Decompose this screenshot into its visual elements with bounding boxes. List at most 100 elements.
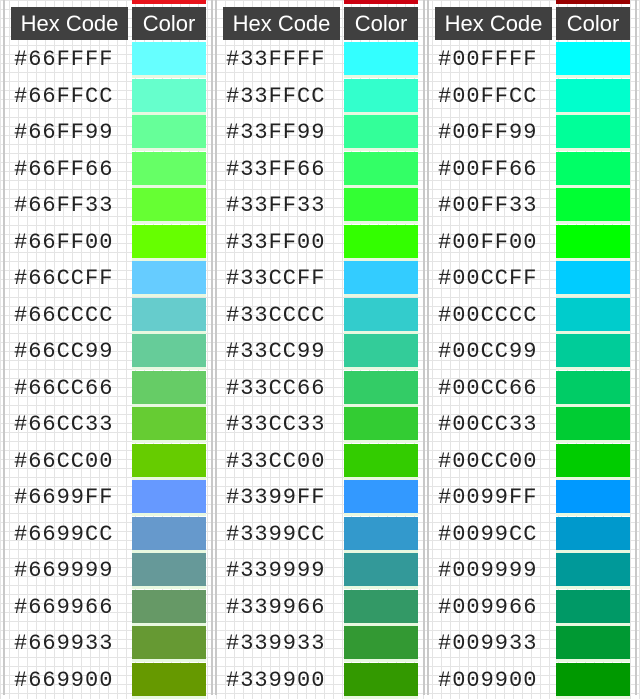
- hex-code-text: #00FF00: [438, 229, 538, 255]
- color-row: #0099CC: [432, 516, 632, 553]
- color-row: #66FFFF: [8, 42, 208, 78]
- hex-code-text: #00FFCC: [438, 83, 538, 109]
- color-swatch: [132, 297, 206, 334]
- hex-code-text: #33CC00: [226, 448, 326, 474]
- color-swatch: [132, 115, 206, 151]
- color-swatch: [556, 261, 630, 297]
- color-row: #33FF00: [220, 224, 420, 261]
- color-swatch: [132, 78, 206, 115]
- color-swatch: [132, 370, 206, 407]
- color-row: #00FF66: [432, 151, 632, 188]
- color-swatch: [556, 188, 630, 224]
- color-swatch: [344, 407, 418, 443]
- hex-code-text: #33FF33: [226, 193, 326, 218]
- color-swatch: [344, 334, 418, 370]
- color-swatch: [556, 115, 630, 151]
- color-swatch: [132, 480, 206, 516]
- hex-code-text: #00CC99: [438, 339, 538, 364]
- color-panel-00: Hex Code Color #00FFFF #00FFCC #00FF99 #00F…: [427, 0, 637, 699]
- color-swatch: [132, 188, 206, 224]
- color-swatch: [556, 443, 630, 480]
- hex-code-text: #33FF99: [226, 120, 326, 145]
- hex-code-text: #00FFFF: [438, 47, 538, 72]
- color-swatch: [344, 480, 418, 516]
- color-swatch: [344, 443, 418, 480]
- color-row: #339966: [220, 589, 420, 626]
- color-swatch: [344, 516, 418, 553]
- color-swatch: [556, 42, 630, 78]
- color-swatch: [132, 553, 206, 589]
- color-row: #00FFCC: [432, 78, 632, 115]
- hex-code-text: #669999: [14, 558, 114, 583]
- color-row: #33CC66: [220, 370, 420, 407]
- hex-code-text: #00CCFF: [438, 266, 538, 291]
- hex-code-text: #3399FF: [226, 485, 326, 510]
- hex-code-text: #66CC66: [14, 375, 114, 401]
- color-row: #00CC66: [432, 370, 632, 407]
- color-row: #66FF33: [8, 188, 208, 224]
- color-row: #00CC99: [432, 334, 632, 370]
- hex-code-text: #66CCFF: [14, 266, 114, 291]
- color-swatch: [344, 297, 418, 334]
- hex-code-text: #6699CC: [14, 521, 114, 547]
- color-row: #33FFFF: [220, 42, 420, 78]
- hex-code-text: #6699FF: [14, 485, 114, 510]
- hex-code-text: #3399CC: [226, 521, 326, 547]
- color-swatch: [344, 42, 418, 78]
- color-swatch: [344, 151, 418, 188]
- hex-code-text: #669900: [14, 667, 114, 693]
- color-row: #669999: [8, 553, 208, 589]
- color-swatch: [344, 553, 418, 589]
- color-panel-66: Hex Code Color #66FFFF #66FFCC #66FF99 #66F…: [3, 0, 213, 699]
- hex-code-text: #00CCCC: [438, 302, 538, 328]
- header-color: Color: [344, 7, 418, 40]
- hex-code-text: #0099CC: [438, 521, 538, 547]
- color-swatch: [344, 626, 418, 662]
- color-swatch: [556, 662, 630, 699]
- color-swatch: [556, 553, 630, 589]
- hex-code-text: #009966: [438, 594, 538, 620]
- color-swatch: [556, 480, 630, 516]
- hex-code-text: #00FF99: [438, 120, 538, 145]
- hex-code-text: #0099FF: [438, 485, 538, 510]
- header-hex-code: Hex Code: [223, 7, 340, 40]
- color-row: #66FF99: [8, 115, 208, 151]
- hex-code-text: #009999: [438, 558, 538, 583]
- color-row: #00CC33: [432, 407, 632, 443]
- color-row: #3399CC: [220, 516, 420, 553]
- color-swatch: [344, 188, 418, 224]
- color-row: #009966: [432, 589, 632, 626]
- color-swatch: [132, 42, 206, 78]
- hex-code-text: #33CC66: [226, 375, 326, 401]
- color-row: #0099FF: [432, 480, 632, 516]
- color-row: #6699CC: [8, 516, 208, 553]
- color-row: #339900: [220, 662, 420, 699]
- color-swatch: [556, 407, 630, 443]
- hex-code-text: #66FF00: [14, 229, 114, 255]
- color-row: #00CCFF: [432, 261, 632, 297]
- color-swatch: [132, 626, 206, 662]
- hex-code-text: #66FF33: [14, 193, 114, 218]
- hex-code-text: #66CC33: [14, 412, 114, 437]
- color-row: #66CC00: [8, 443, 208, 480]
- color-swatch: [344, 589, 418, 626]
- hex-code-text: #33CCFF: [226, 266, 326, 291]
- color-row: #009933: [432, 626, 632, 662]
- hex-code-text: #00CC00: [438, 448, 538, 474]
- color-row: #00CC00: [432, 443, 632, 480]
- color-swatch: [132, 589, 206, 626]
- color-panel-33: Hex Code Color #33FFFF #33FFCC #33FF99 #33F…: [215, 0, 425, 699]
- hex-code-text: #33CC99: [226, 339, 326, 364]
- color-row: #33CC33: [220, 407, 420, 443]
- color-row: #33FF66: [220, 151, 420, 188]
- color-row: #33FFCC: [220, 78, 420, 115]
- color-swatch: [556, 334, 630, 370]
- color-row: #66CCCC: [8, 297, 208, 334]
- color-row: #33FF99: [220, 115, 420, 151]
- previous-swatch-sliver: [344, 0, 418, 4]
- color-swatch: [132, 151, 206, 188]
- color-swatch: [344, 261, 418, 297]
- color-row: #339999: [220, 553, 420, 589]
- hex-code-text: #33CCCC: [226, 302, 326, 328]
- color-swatch: [132, 662, 206, 699]
